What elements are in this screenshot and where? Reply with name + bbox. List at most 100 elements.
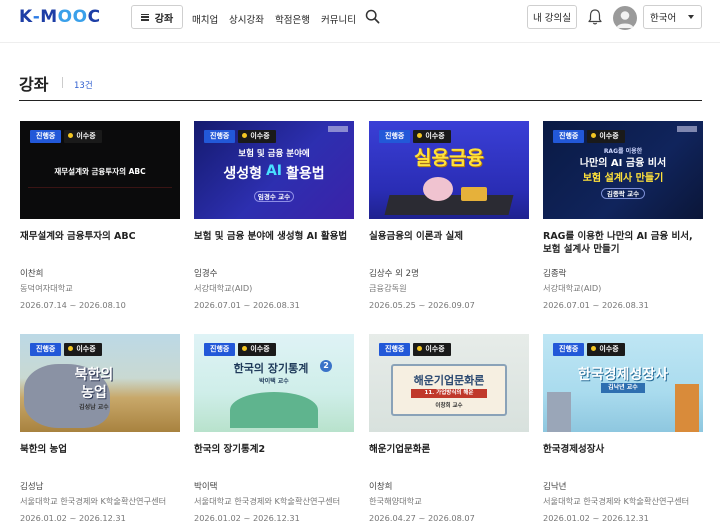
thumbnail-title-line2: 농업 — [81, 385, 107, 401]
course-thumbnail: 진행중 이수증 북한의 농업 김성남 교수 — [20, 334, 180, 432]
course-professor: 김상수 외 2명 — [369, 269, 419, 279]
top-header: K - M OO C 강좌 매치업 상시강좌 학점은행 커뮤니티 내 강의실 한국어 — [0, 0, 720, 36]
status-badge: 진행중 — [553, 343, 585, 356]
certificate-label: 이수증 — [425, 132, 445, 140]
course-professor: 김낙년 — [543, 482, 567, 492]
course-organization: 서울대학교 한국경제와 K학술확산연구센터 — [20, 496, 167, 506]
badge-group: 진행중 이수증 — [553, 130, 625, 143]
bell-icon[interactable] — [587, 8, 603, 26]
course-card[interactable]: 진행중 이수증 재무설계와 금융투자의 ABC 재무설계와 금융투자의 ABC … — [20, 121, 180, 310]
certificate-label: 이수증 — [599, 345, 619, 353]
course-title[interactable]: 북한의 농업 — [20, 443, 180, 471]
course-period: 2026.07.14 ~ 2026.08.10 — [20, 300, 126, 310]
certificate-badge: 이수증 — [64, 343, 102, 356]
course-count: 13건 — [74, 81, 93, 91]
course-title[interactable]: 재무설계와 금융투자의 ABC — [20, 230, 180, 258]
kmooc-logo[interactable]: K - M OO C — [19, 7, 101, 27]
user-icon — [616, 11, 634, 28]
course-card[interactable]: 진행중 이수증 북한의 농업 김성남 교수 북한의 농업 김성남 서울대학교 한… — [20, 334, 180, 523]
nav-matchup[interactable]: 매치업 — [192, 12, 218, 26]
course-title[interactable]: RAG를 이용한 나만의 AI 금융 비서, 보험 설계사 만들기 — [543, 230, 703, 258]
certificate-badge: 이수증 — [238, 130, 276, 143]
nav-credit-bank[interactable]: 학점은행 — [275, 12, 310, 26]
course-card[interactable]: 진행중 이수증 보험 및 금융 분야에 생성형 AI 활용법 임경수 교수 보험… — [194, 121, 354, 310]
thumb-word: 생성형 — [223, 166, 262, 182]
course-period: 2026.01.02 ~ 2026.12.31 — [543, 513, 649, 523]
certificate-badge: 이수증 — [413, 130, 451, 143]
building-illustration — [547, 392, 571, 432]
thumbnail-title-line1: 보험 및 금융 분야에 — [238, 149, 310, 159]
badge-group: 진행중 이수증 — [204, 343, 276, 356]
course-card[interactable]: 진행중 이수증 해운기업문화론 11. 가업방식의 해운 이창희 교수 해운기업… — [369, 334, 529, 523]
logo-oo: OO — [57, 7, 88, 27]
avatar[interactable] — [613, 6, 637, 30]
course-menu-label: 강좌 — [154, 13, 174, 25]
thumb-word: 활용법 — [286, 166, 325, 182]
course-card[interactable]: 진행중 이수증 RAG를 이용한 나만의 AI 금융 비서 보험 설계사 만들기… — [543, 121, 703, 310]
course-professor: 임경수 — [194, 269, 218, 279]
thumbnail-title-line1: 나만의 AI 금융 비서 — [579, 158, 667, 169]
my-classroom-button[interactable]: 내 강의실 — [527, 5, 577, 29]
logo-m: M — [40, 7, 58, 27]
thumbnail-title: 해운기업문화론 — [413, 374, 485, 387]
thumbnail-professor: 박이택 교수 — [259, 378, 289, 385]
certificate-badge: 이수증 — [587, 130, 625, 143]
badge-group: 진행중 이수증 — [553, 343, 625, 356]
piggy-bank-illustration — [423, 177, 453, 201]
course-organization: 서강대학교(AID) — [194, 283, 253, 293]
badge-group: 진행중 이수증 — [30, 130, 102, 143]
course-thumbnail: 진행중 이수증 보험 및 금융 분야에 생성형 AI 활용법 임경수 교수 — [194, 121, 354, 219]
section-divider — [19, 100, 702, 101]
course-title[interactable]: 한국의 장기통계2 — [194, 443, 354, 471]
course-title[interactable]: 한국경제성장사 — [543, 443, 703, 471]
globe-illustration — [230, 392, 318, 428]
language-label: 한국어 — [650, 13, 677, 24]
course-card[interactable]: 진행중 이수증 한국경제성장사 김낙년 교수 한국경제성장사 김낙년 서울대학교… — [543, 334, 703, 523]
certificate-label: 이수증 — [250, 345, 270, 353]
badge-group: 진행중 이수증 — [204, 130, 276, 143]
course-card[interactable]: 진행중 이수증 한국의 장기통계 2 박이택 교수 한국의 장기통계2 박이택 … — [194, 334, 354, 523]
language-select[interactable]: 한국어 — [643, 5, 702, 29]
course-period: 2026.07.01 ~ 2026.08.31 — [543, 300, 649, 310]
page-title: 강좌 — [19, 75, 49, 94]
university-logo — [328, 126, 348, 132]
status-badge: 진행중 — [204, 130, 236, 143]
badge-group: 진행중 이수증 — [379, 343, 451, 356]
course-professor: 김성남 — [20, 482, 44, 492]
laptop-illustration — [384, 195, 514, 215]
search-icon[interactable] — [365, 9, 380, 24]
thumbnail-professor: 김성남 교수 — [79, 404, 109, 411]
course-period: 2026.01.02 ~ 2026.12.31 — [194, 513, 300, 523]
course-thumbnail: 진행중 이수증 실용금융 — [369, 121, 529, 219]
nav-community[interactable]: 커뮤니티 — [321, 12, 356, 26]
thumbnail-title: 한국경제성장사 — [577, 367, 669, 383]
building-illustration — [675, 384, 699, 432]
course-title[interactable]: 보험 및 금융 분야에 생성형 AI 활용법 — [194, 230, 354, 258]
thumbnail-episode: 11. 가업방식의 해운 — [411, 389, 487, 398]
status-badge: 진행중 — [379, 130, 411, 143]
course-organization: 한국해양대학교 — [369, 496, 422, 506]
nav-always-open[interactable]: 상시강좌 — [229, 12, 264, 26]
status-badge: 진행중 — [553, 130, 585, 143]
course-organization: 금융감독원 — [369, 283, 407, 293]
course-period: 2026.05.25 ~ 2026.09.07 — [369, 300, 475, 310]
course-card[interactable]: 진행중 이수증 실용금융 실용금융의 이론과 실제 김상수 외 2명 금융감독원… — [369, 121, 529, 310]
thumbnail-professor: 김종락 교수 — [601, 188, 645, 199]
certificate-badge: 이수증 — [413, 343, 451, 356]
course-title[interactable]: 실용금융의 이론과 실제 — [369, 230, 529, 258]
status-badge: 진행중 — [30, 130, 62, 143]
certificate-label: 이수증 — [76, 345, 96, 353]
thumb-highlight: AI — [265, 163, 283, 179]
course-organization: 서강대학교(AID) — [543, 283, 602, 293]
thumbnail-title: 재무설계와 금융투자의 ABC — [54, 167, 146, 176]
thumbnail-professor: 이창희 교수 — [435, 403, 463, 409]
badge-group: 진행중 이수증 — [379, 130, 451, 143]
certificate-label: 이수증 — [76, 132, 96, 140]
course-professor: 이찬희 — [20, 269, 44, 279]
course-title[interactable]: 해운기업문화론 — [369, 443, 529, 471]
logo-dash: - — [32, 7, 41, 27]
logo-c: C — [87, 7, 101, 27]
course-professor: 이창희 — [369, 482, 393, 492]
volume-number: 2 — [320, 360, 332, 372]
course-menu-button[interactable]: 강좌 — [131, 5, 183, 29]
